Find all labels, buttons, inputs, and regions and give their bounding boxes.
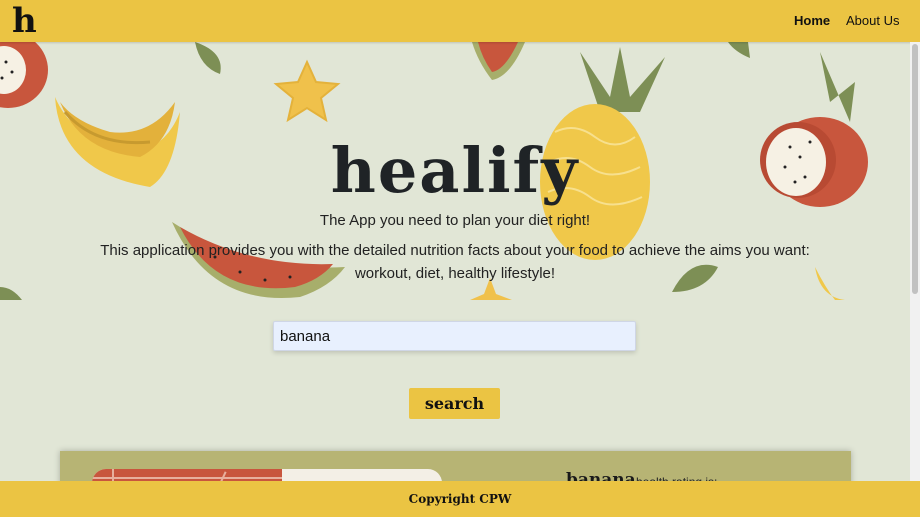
leaf-icon xyxy=(0,287,22,300)
app-description: This application provides you with the d… xyxy=(100,242,810,282)
food-search-input[interactable] xyxy=(273,321,636,351)
leaf-icon xyxy=(728,42,750,58)
copyright-text: Copyright CPW xyxy=(408,492,512,506)
search-button[interactable]: search xyxy=(409,388,500,419)
logo[interactable]: h xyxy=(12,2,37,40)
top-navbar: h Home About Us xyxy=(0,0,920,42)
watermelon-icon xyxy=(472,42,525,80)
footer: Copyright CPW xyxy=(0,481,920,517)
hero-section: healify The App you need to plan your di… xyxy=(0,42,910,300)
nav-link-about-us[interactable]: About Us xyxy=(846,13,899,28)
nav-link-home[interactable]: Home xyxy=(794,13,830,28)
leaf-icon xyxy=(195,42,221,74)
page: h Home About Us healify The App you need… xyxy=(0,0,920,517)
star-icon xyxy=(273,59,341,123)
app-tagline: The App you need to plan your diet right… xyxy=(319,212,591,229)
dragon-fruit-icon xyxy=(0,42,48,108)
scrollbar-thumb[interactable] xyxy=(912,44,918,294)
app-title: healify xyxy=(330,134,580,207)
page-scrollbar[interactable] xyxy=(910,42,920,481)
